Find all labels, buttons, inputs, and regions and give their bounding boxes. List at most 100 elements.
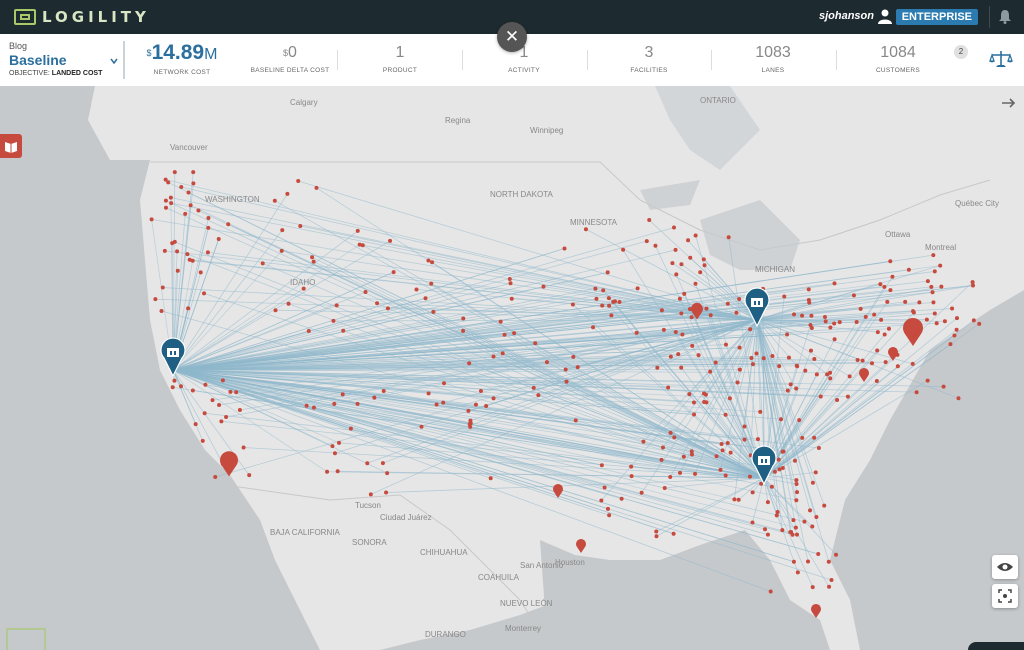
customer-dot[interactable] <box>910 361 915 366</box>
customer-dot[interactable] <box>917 300 922 305</box>
customer-dot[interactable] <box>772 469 777 474</box>
customer-dot[interactable] <box>806 298 811 303</box>
customer-dot[interactable] <box>914 390 919 395</box>
customer-dot[interactable] <box>635 286 640 291</box>
customer-dot[interactable] <box>363 290 368 295</box>
customer-dot[interactable] <box>977 321 982 326</box>
customer-dot[interactable] <box>491 396 496 401</box>
customer-dot[interactable] <box>500 351 505 356</box>
customer-dot[interactable] <box>168 195 173 200</box>
customer-dot[interactable] <box>331 318 336 323</box>
customer-dot[interactable] <box>441 400 446 405</box>
customer-dot[interactable] <box>304 403 309 408</box>
customer-dot[interactable] <box>823 319 828 324</box>
customer-dot[interactable] <box>509 296 514 301</box>
customer-dot[interactable] <box>689 449 694 454</box>
customer-dot[interactable] <box>442 381 447 386</box>
customer-dot[interactable] <box>606 296 611 301</box>
customer-dot[interactable] <box>925 378 930 383</box>
customer-dot[interactable] <box>562 246 567 251</box>
customer-dot[interactable] <box>605 270 610 275</box>
customer-dot[interactable] <box>678 470 683 475</box>
customer-dot[interactable] <box>886 326 891 331</box>
customer-dot[interactable] <box>335 469 340 474</box>
customer-dot[interactable] <box>488 476 493 481</box>
customer-dot[interactable] <box>570 302 575 307</box>
customer-dot[interactable] <box>800 435 805 440</box>
customer-dot[interactable] <box>713 360 718 365</box>
customer-dot[interactable] <box>188 203 193 208</box>
customer-dot[interactable] <box>491 354 496 359</box>
customer-dot[interactable] <box>169 201 174 206</box>
customer-dot[interactable] <box>573 418 578 423</box>
customer-dot[interactable] <box>380 461 385 466</box>
customer-dot[interactable] <box>272 198 277 203</box>
customer-dot[interactable] <box>466 408 471 413</box>
customer-dot[interactable] <box>702 263 707 268</box>
customer-dot[interactable] <box>808 348 813 353</box>
customer-dot[interactable] <box>600 303 605 308</box>
customer-dot[interactable] <box>186 190 191 195</box>
customer-dot[interactable] <box>780 465 785 470</box>
customer-dot[interactable] <box>934 321 939 326</box>
customer-dot[interactable] <box>662 486 667 491</box>
customer-dot[interactable] <box>781 449 786 454</box>
notification-count-badge[interactable]: 2 <box>954 45 968 59</box>
customer-dot[interactable] <box>673 329 678 334</box>
customer-dot[interactable] <box>810 524 815 529</box>
customer-dot[interactable] <box>605 506 610 511</box>
customer-dot[interactable] <box>228 389 233 394</box>
customer-dot[interactable] <box>687 392 692 397</box>
customer-dot[interactable] <box>166 180 171 185</box>
customer-dot[interactable] <box>828 325 833 330</box>
customer-dot[interactable] <box>202 411 207 416</box>
kpi-baseline-delta[interactable]: $0 BASELINE DELTA COST <box>250 44 330 74</box>
customer-dot[interactable] <box>786 355 791 360</box>
customer-dot[interactable] <box>583 227 588 232</box>
customer-dot[interactable] <box>609 313 614 318</box>
customer-dot[interactable] <box>818 394 823 399</box>
customer-dot[interactable] <box>629 464 634 469</box>
customer-dot[interactable] <box>755 437 760 442</box>
customer-dot[interactable] <box>461 328 466 333</box>
customer-dot[interactable] <box>654 534 659 539</box>
customer-dot[interactable] <box>885 299 890 304</box>
customer-dot[interactable] <box>800 313 805 318</box>
customer-dot[interactable] <box>226 222 231 227</box>
customer-dot[interactable] <box>591 325 596 330</box>
customer-dot[interactable] <box>872 312 877 317</box>
customer-dot[interactable] <box>193 422 198 427</box>
customer-dot[interactable] <box>311 405 316 410</box>
customer-dot[interactable] <box>878 282 883 287</box>
customer-dot[interactable] <box>512 331 517 336</box>
customer-dot[interactable] <box>355 228 360 233</box>
customer-dot[interactable] <box>296 179 301 184</box>
customer-dot[interactable] <box>593 286 598 291</box>
customer-dot[interactable] <box>672 435 677 440</box>
customer-dot[interactable] <box>325 469 330 474</box>
customer-dot[interactable] <box>391 270 396 275</box>
help-pill[interactable] <box>968 642 1024 650</box>
customer-dot[interactable] <box>765 500 770 505</box>
customer-dot[interactable] <box>160 285 165 290</box>
customer-dot[interactable] <box>381 388 386 393</box>
customer-dot[interactable] <box>932 269 937 274</box>
customer-dot[interactable] <box>723 342 728 347</box>
customer-dot[interactable] <box>795 490 800 495</box>
customer-dot[interactable] <box>938 263 943 268</box>
customer-dot[interactable] <box>298 223 303 228</box>
customer-dot[interactable] <box>777 364 782 369</box>
customer-dot[interactable] <box>473 402 478 407</box>
customer-dot[interactable] <box>854 319 859 324</box>
customer-dot[interactable] <box>639 490 644 495</box>
customer-dot[interactable] <box>355 401 360 406</box>
customer-dot[interactable] <box>213 474 218 479</box>
customer-dot[interactable] <box>575 365 580 370</box>
customer-dot[interactable] <box>429 281 434 286</box>
customer-dot[interactable] <box>925 279 930 284</box>
customer-dot[interactable] <box>829 578 834 583</box>
customer-dot[interactable] <box>679 365 684 370</box>
customer-dot[interactable] <box>674 272 679 277</box>
customer-dot[interactable] <box>191 181 196 186</box>
visibility-button[interactable] <box>992 555 1018 579</box>
